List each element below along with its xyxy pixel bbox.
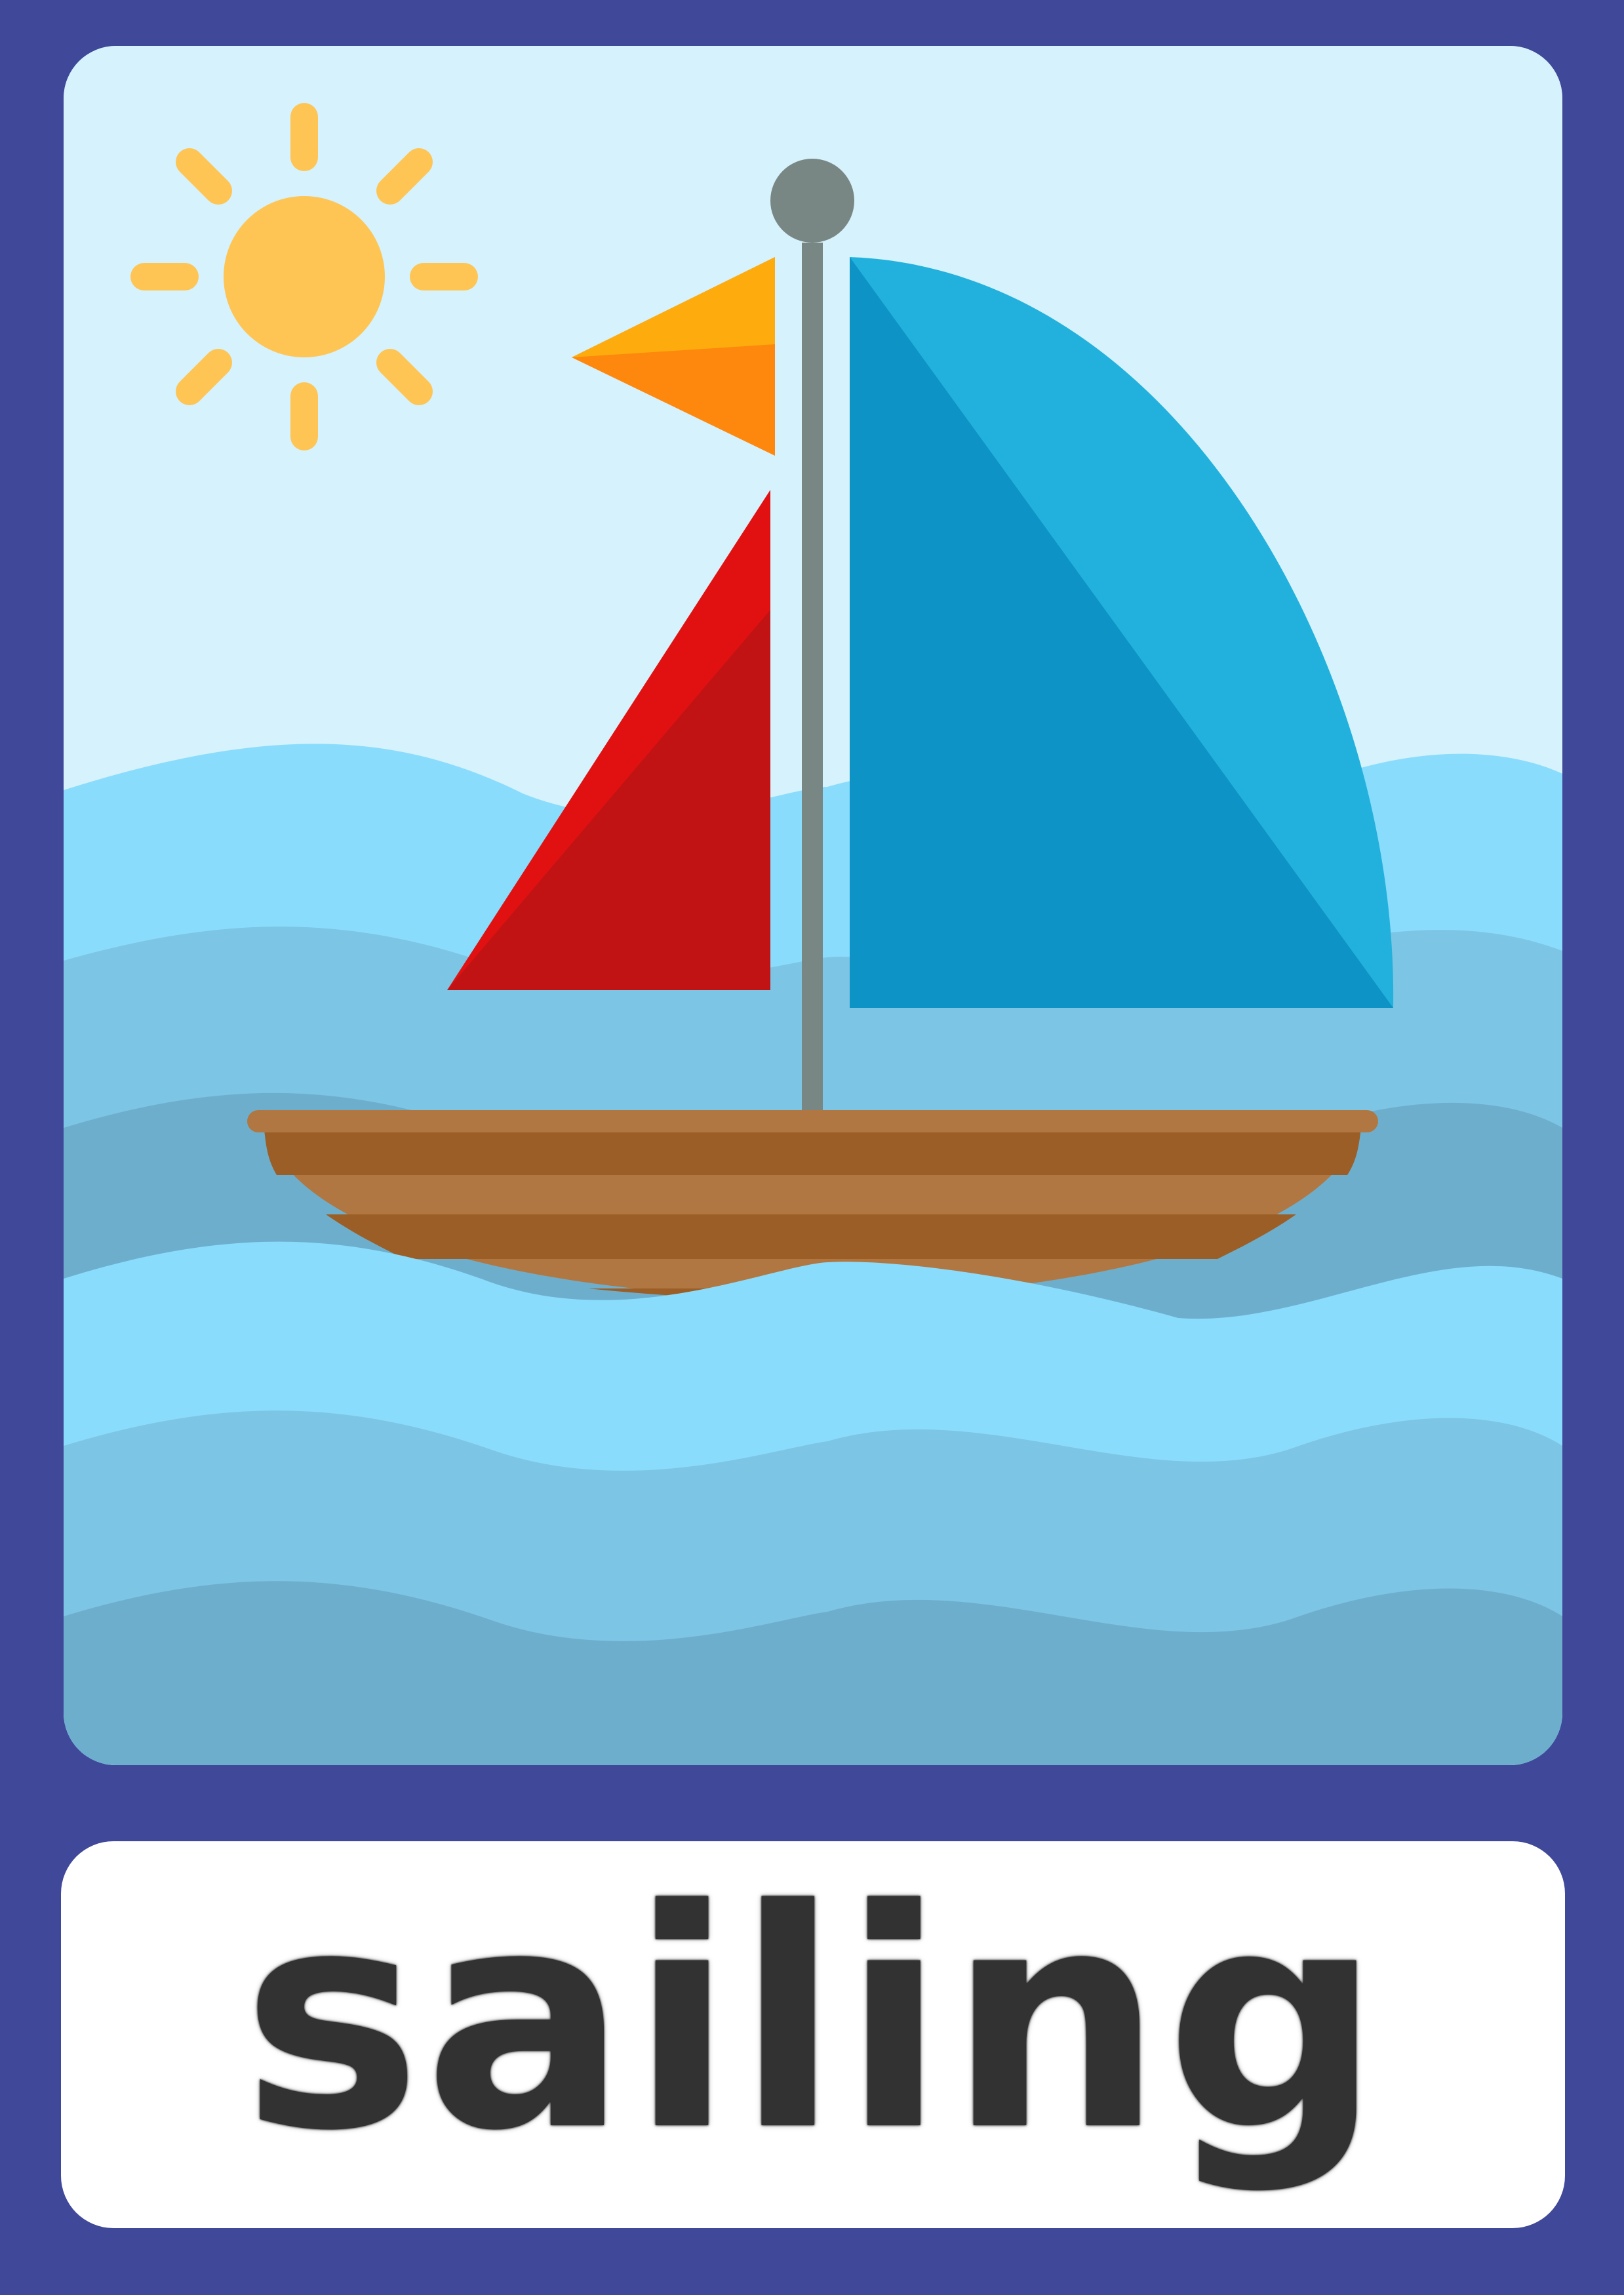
picture-panel [64,46,1562,1765]
card-word: sailing [242,1846,1384,2197]
flashcard: sailing [0,0,1624,2295]
sailing-illustration [64,46,1562,1765]
label-panel: sailing [61,1841,1565,2228]
sun-icon [130,103,478,450]
